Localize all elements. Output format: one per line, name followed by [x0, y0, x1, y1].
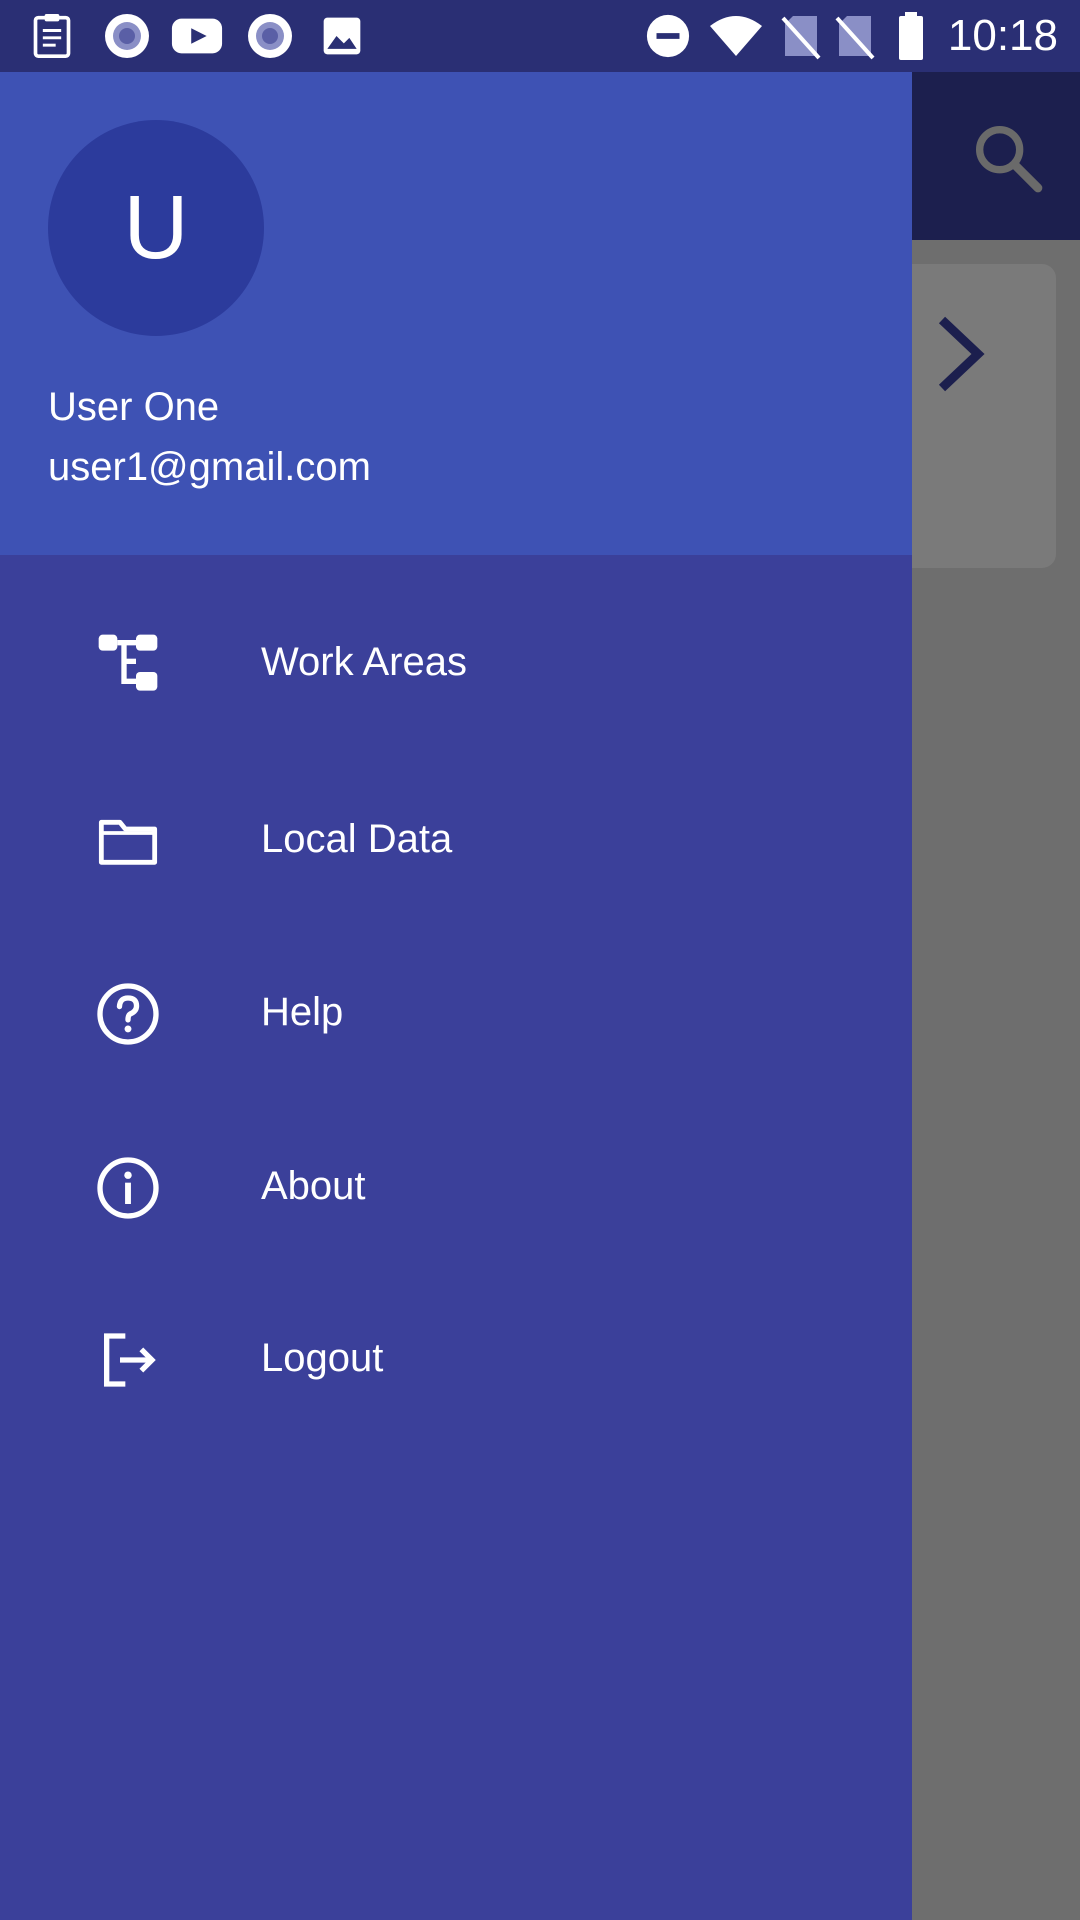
- wifi-icon: [710, 16, 762, 56]
- no-sim-icon: [835, 16, 875, 60]
- help-icon: [97, 983, 159, 1045]
- info-icon: [97, 1157, 159, 1219]
- folder-icon: [98, 819, 158, 865]
- user-email: user1@gmail.com: [48, 445, 371, 489]
- status-bar: 10:18: [0, 0, 1080, 72]
- circle-record-icon: [105, 14, 149, 58]
- battery-icon: [899, 12, 923, 60]
- navigation-drawer: U User One user1@gmail.com Work Areas Lo…: [0, 72, 912, 1920]
- image-icon: [323, 17, 361, 55]
- menu-item-label: About: [261, 1164, 366, 1208]
- youtube-icon: [171, 18, 223, 54]
- do-not-disturb-icon: [646, 14, 690, 58]
- search-icon[interactable]: [968, 118, 1048, 198]
- no-sim-icon: [781, 16, 821, 60]
- chevron-right-icon: [938, 316, 985, 392]
- work-areas-icon: [98, 634, 158, 691]
- menu-item-about[interactable]: About: [0, 1111, 912, 1261]
- menu-item-label: Local Data: [261, 817, 453, 861]
- menu-item-local-data[interactable]: Local Data: [0, 764, 912, 914]
- status-time: 10:18: [947, 11, 1058, 60]
- user-name: User One: [48, 385, 220, 429]
- menu-item-label: Help: [261, 990, 344, 1034]
- menu-item-work-areas[interactable]: Work Areas: [0, 587, 912, 737]
- drawer-header: U User One user1@gmail.com: [0, 72, 912, 555]
- menu-item-logout[interactable]: Logout: [0, 1283, 912, 1433]
- circle-record-icon: [248, 14, 292, 58]
- logout-icon: [104, 1333, 156, 1387]
- menu-item-help[interactable]: Help: [0, 937, 912, 1087]
- avatar[interactable]: U: [48, 120, 264, 336]
- menu-item-label: Work Areas: [261, 640, 467, 684]
- menu-item-label: Logout: [261, 1336, 384, 1380]
- screen: 10:18 U User One user1@gmail.com Work Ar…: [0, 0, 1080, 1920]
- clipboard-icon: [33, 14, 71, 58]
